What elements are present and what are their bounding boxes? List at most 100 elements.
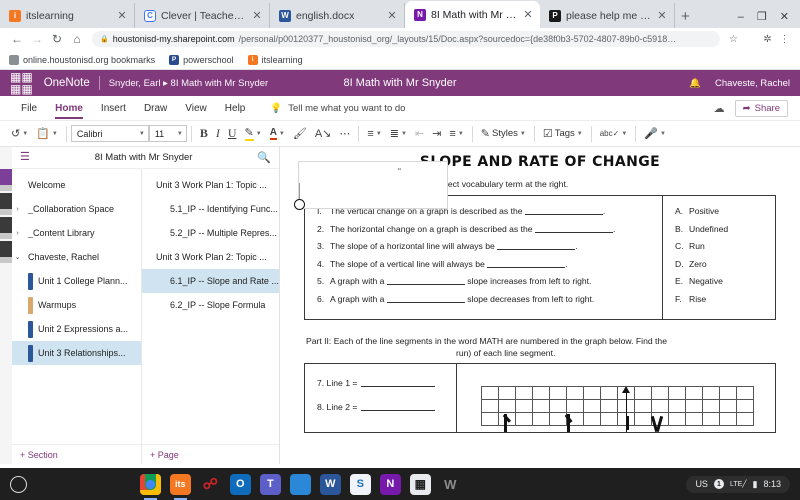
browser-tab-active[interactable]: N 8I Math with Mr Snyder ✕ — [405, 1, 540, 28]
user-name[interactable]: Chaveste, Rachel — [715, 78, 790, 89]
add-section-button[interactable]: + Section — [12, 444, 141, 464]
tab-view[interactable]: View — [176, 96, 216, 121]
close-icon[interactable]: ✕ — [522, 8, 534, 21]
note-container-overlay[interactable] — [298, 161, 448, 209]
reload-icon[interactable]: ↻ — [47, 32, 67, 46]
bold-button[interactable]: B — [196, 124, 212, 144]
decrease-indent-icon[interactable]: ⇤ — [411, 124, 428, 144]
chrome-menu-icon[interactable]: ⋮ — [776, 34, 793, 45]
chevron-down-icon[interactable]: ⌄ — [12, 253, 23, 261]
bookmark-item[interactable]: P powerschool — [169, 55, 234, 65]
answer-blank[interactable] — [535, 232, 613, 233]
browser-tab[interactable]: C Clever | Teacher Page ✕ — [135, 3, 270, 28]
tab-insert[interactable]: Insert — [92, 96, 135, 121]
breadcrumb[interactable]: Snyder, Earl ▸ 8I Math with Mr Snyder — [109, 78, 268, 89]
wolfram-icon[interactable]: W — [440, 474, 461, 495]
sketch-icon[interactable]: S — [350, 474, 371, 495]
tab-draw[interactable]: Draw — [135, 96, 176, 121]
align-icon[interactable]: ≡▼ — [445, 124, 467, 144]
notebook-swatch[interactable] — [0, 169, 12, 191]
bookmark-item[interactable]: online.houstonisd.org bookmarks — [9, 55, 155, 65]
search-icon[interactable]: 🔍 — [257, 151, 271, 164]
system-tray[interactable]: US 1 LTE╱ ▮ 8:13 — [686, 476, 790, 493]
extensions-puzzle-icon[interactable]: ✲ — [759, 34, 776, 45]
chevron-right-icon[interactable]: › — [12, 206, 23, 213]
numbered-list-icon[interactable]: ≣▼ — [386, 124, 411, 144]
tell-me-search[interactable]: 💡 Tell me what you want to do — [270, 103, 405, 114]
page-item[interactable]: Unit 3 Work Plan 2: Topic ... — [142, 245, 279, 269]
italic-button[interactable]: I — [212, 124, 224, 144]
sidebar-item-content-library[interactable]: › _Content Library — [12, 221, 141, 245]
browser-tab[interactable]: P please help me ................ ✕ — [540, 3, 675, 28]
note-canvas[interactable]: SLOPE AND RATE OF CHANGE Part I: Match e… — [280, 147, 800, 464]
home-icon[interactable]: ⌂ — [67, 32, 87, 46]
answer-blank[interactable] — [487, 267, 565, 268]
files-icon[interactable] — [290, 474, 311, 495]
battery-icon[interactable]: ▮ — [753, 479, 758, 490]
underline-button[interactable]: U — [224, 124, 241, 144]
browser-tab[interactable]: i itslearning ✕ — [0, 3, 135, 28]
add-page-button[interactable]: + Page — [142, 444, 279, 464]
sidebar-item-unit-2[interactable]: Unit 2 Expressions a... — [12, 317, 141, 341]
undo-icon[interactable]: ↺▼ — [7, 124, 32, 144]
sidebar-item-welcome[interactable]: Welcome — [12, 173, 141, 197]
increase-indent-icon[interactable]: ⇥ — [428, 124, 445, 144]
page-item[interactable]: 5.2_IP -- Multiple Repres... — [142, 221, 279, 245]
clear-formatting-icon[interactable]: A↘ — [311, 124, 336, 144]
chrome-icon[interactable] — [140, 474, 161, 495]
onenote-icon[interactable]: N — [380, 474, 401, 495]
page-item[interactable]: Unit 3 Work Plan 1: Topic ... — [142, 173, 279, 197]
bookmark-item[interactable]: i itslearning — [248, 55, 303, 65]
word-icon[interactable]: W — [320, 474, 341, 495]
close-icon[interactable]: ✕ — [656, 9, 668, 22]
tags-button[interactable]: ☑Tags▼ — [539, 124, 587, 144]
page-item[interactable]: 5.1_IP -- Identifying Func... — [142, 197, 279, 221]
tab-file[interactable]: File — [12, 96, 46, 121]
page-item[interactable]: 6.2_IP -- Slope Formula — [142, 293, 279, 317]
back-icon[interactable]: ← — [7, 32, 27, 46]
notification-badge[interactable]: 1 — [714, 479, 724, 489]
new-tab-button[interactable]: + — [681, 8, 690, 25]
answer-blank[interactable] — [361, 386, 435, 387]
tab-home[interactable]: Home — [46, 96, 92, 121]
clock[interactable]: 8:13 — [763, 479, 781, 489]
close-icon[interactable]: ✕ — [251, 9, 263, 22]
toolbar-more-icon[interactable]: ⋯ — [335, 124, 354, 144]
answer-blank[interactable] — [525, 214, 603, 215]
notebook-swatch[interactable] — [0, 193, 12, 215]
browser-tab[interactable]: W english.docx ✕ — [270, 3, 405, 28]
close-window-button[interactable]: ✕ — [780, 10, 789, 23]
teams-icon[interactable]: T — [260, 474, 281, 495]
paste-icon[interactable]: 📋▼ — [32, 124, 62, 144]
format-painter-icon[interactable]: 🖌 — [289, 124, 311, 144]
share-button[interactable]: ➦ Share — [735, 100, 788, 117]
font-color-icon[interactable]: A▼ — [266, 124, 289, 144]
cloud-sync-icon[interactable]: ☁ — [714, 102, 725, 115]
styles-button[interactable]: ✎Styles▼ — [477, 124, 530, 144]
bullet-list-icon[interactable]: ≡▼ — [363, 124, 385, 144]
chevron-right-icon[interactable]: › — [12, 230, 23, 237]
calculator-icon[interactable]: ▦ — [410, 474, 431, 495]
resize-handle-icon[interactable] — [294, 199, 305, 210]
font-size-select[interactable]: 11 ▼ — [149, 125, 187, 142]
answer-blank[interactable] — [361, 410, 435, 411]
lte-icon[interactable]: LTE╱ — [730, 480, 747, 488]
sidebar-item-unit-1[interactable]: Unit 1 College Plann... — [12, 269, 141, 293]
tab-help[interactable]: Help — [216, 96, 255, 121]
dictate-icon[interactable]: 🎤▼ — [640, 124, 670, 144]
outlook-icon[interactable]: O — [230, 474, 251, 495]
address-bar[interactable]: 🔒 houstonisd-my.sharepoint.com/personal/… — [92, 31, 720, 47]
locale-indicator[interactable]: US — [695, 479, 708, 489]
highlighter-icon[interactable]: ✎▼ — [241, 124, 266, 144]
notification-bell-icon[interactable]: 🔔 — [689, 78, 701, 89]
itslearning-icon[interactable]: its — [170, 474, 191, 495]
answer-blank[interactable] — [387, 284, 465, 285]
close-icon[interactable]: ✕ — [386, 9, 398, 22]
hamburger-icon[interactable]: ☰ — [20, 152, 30, 163]
sidebar-item-collaboration-space[interactable]: › _Collaboration Space — [12, 197, 141, 221]
app-launcher-icon[interactable]: ▦▦▦▦ — [10, 71, 33, 95]
answer-blank[interactable] — [387, 302, 465, 303]
close-icon[interactable]: ✕ — [116, 9, 128, 22]
font-name-select[interactable]: Calibri ▼ — [71, 125, 149, 142]
page-item-selected[interactable]: 6.1_IP -- Slope and Rate ... — [142, 269, 279, 293]
